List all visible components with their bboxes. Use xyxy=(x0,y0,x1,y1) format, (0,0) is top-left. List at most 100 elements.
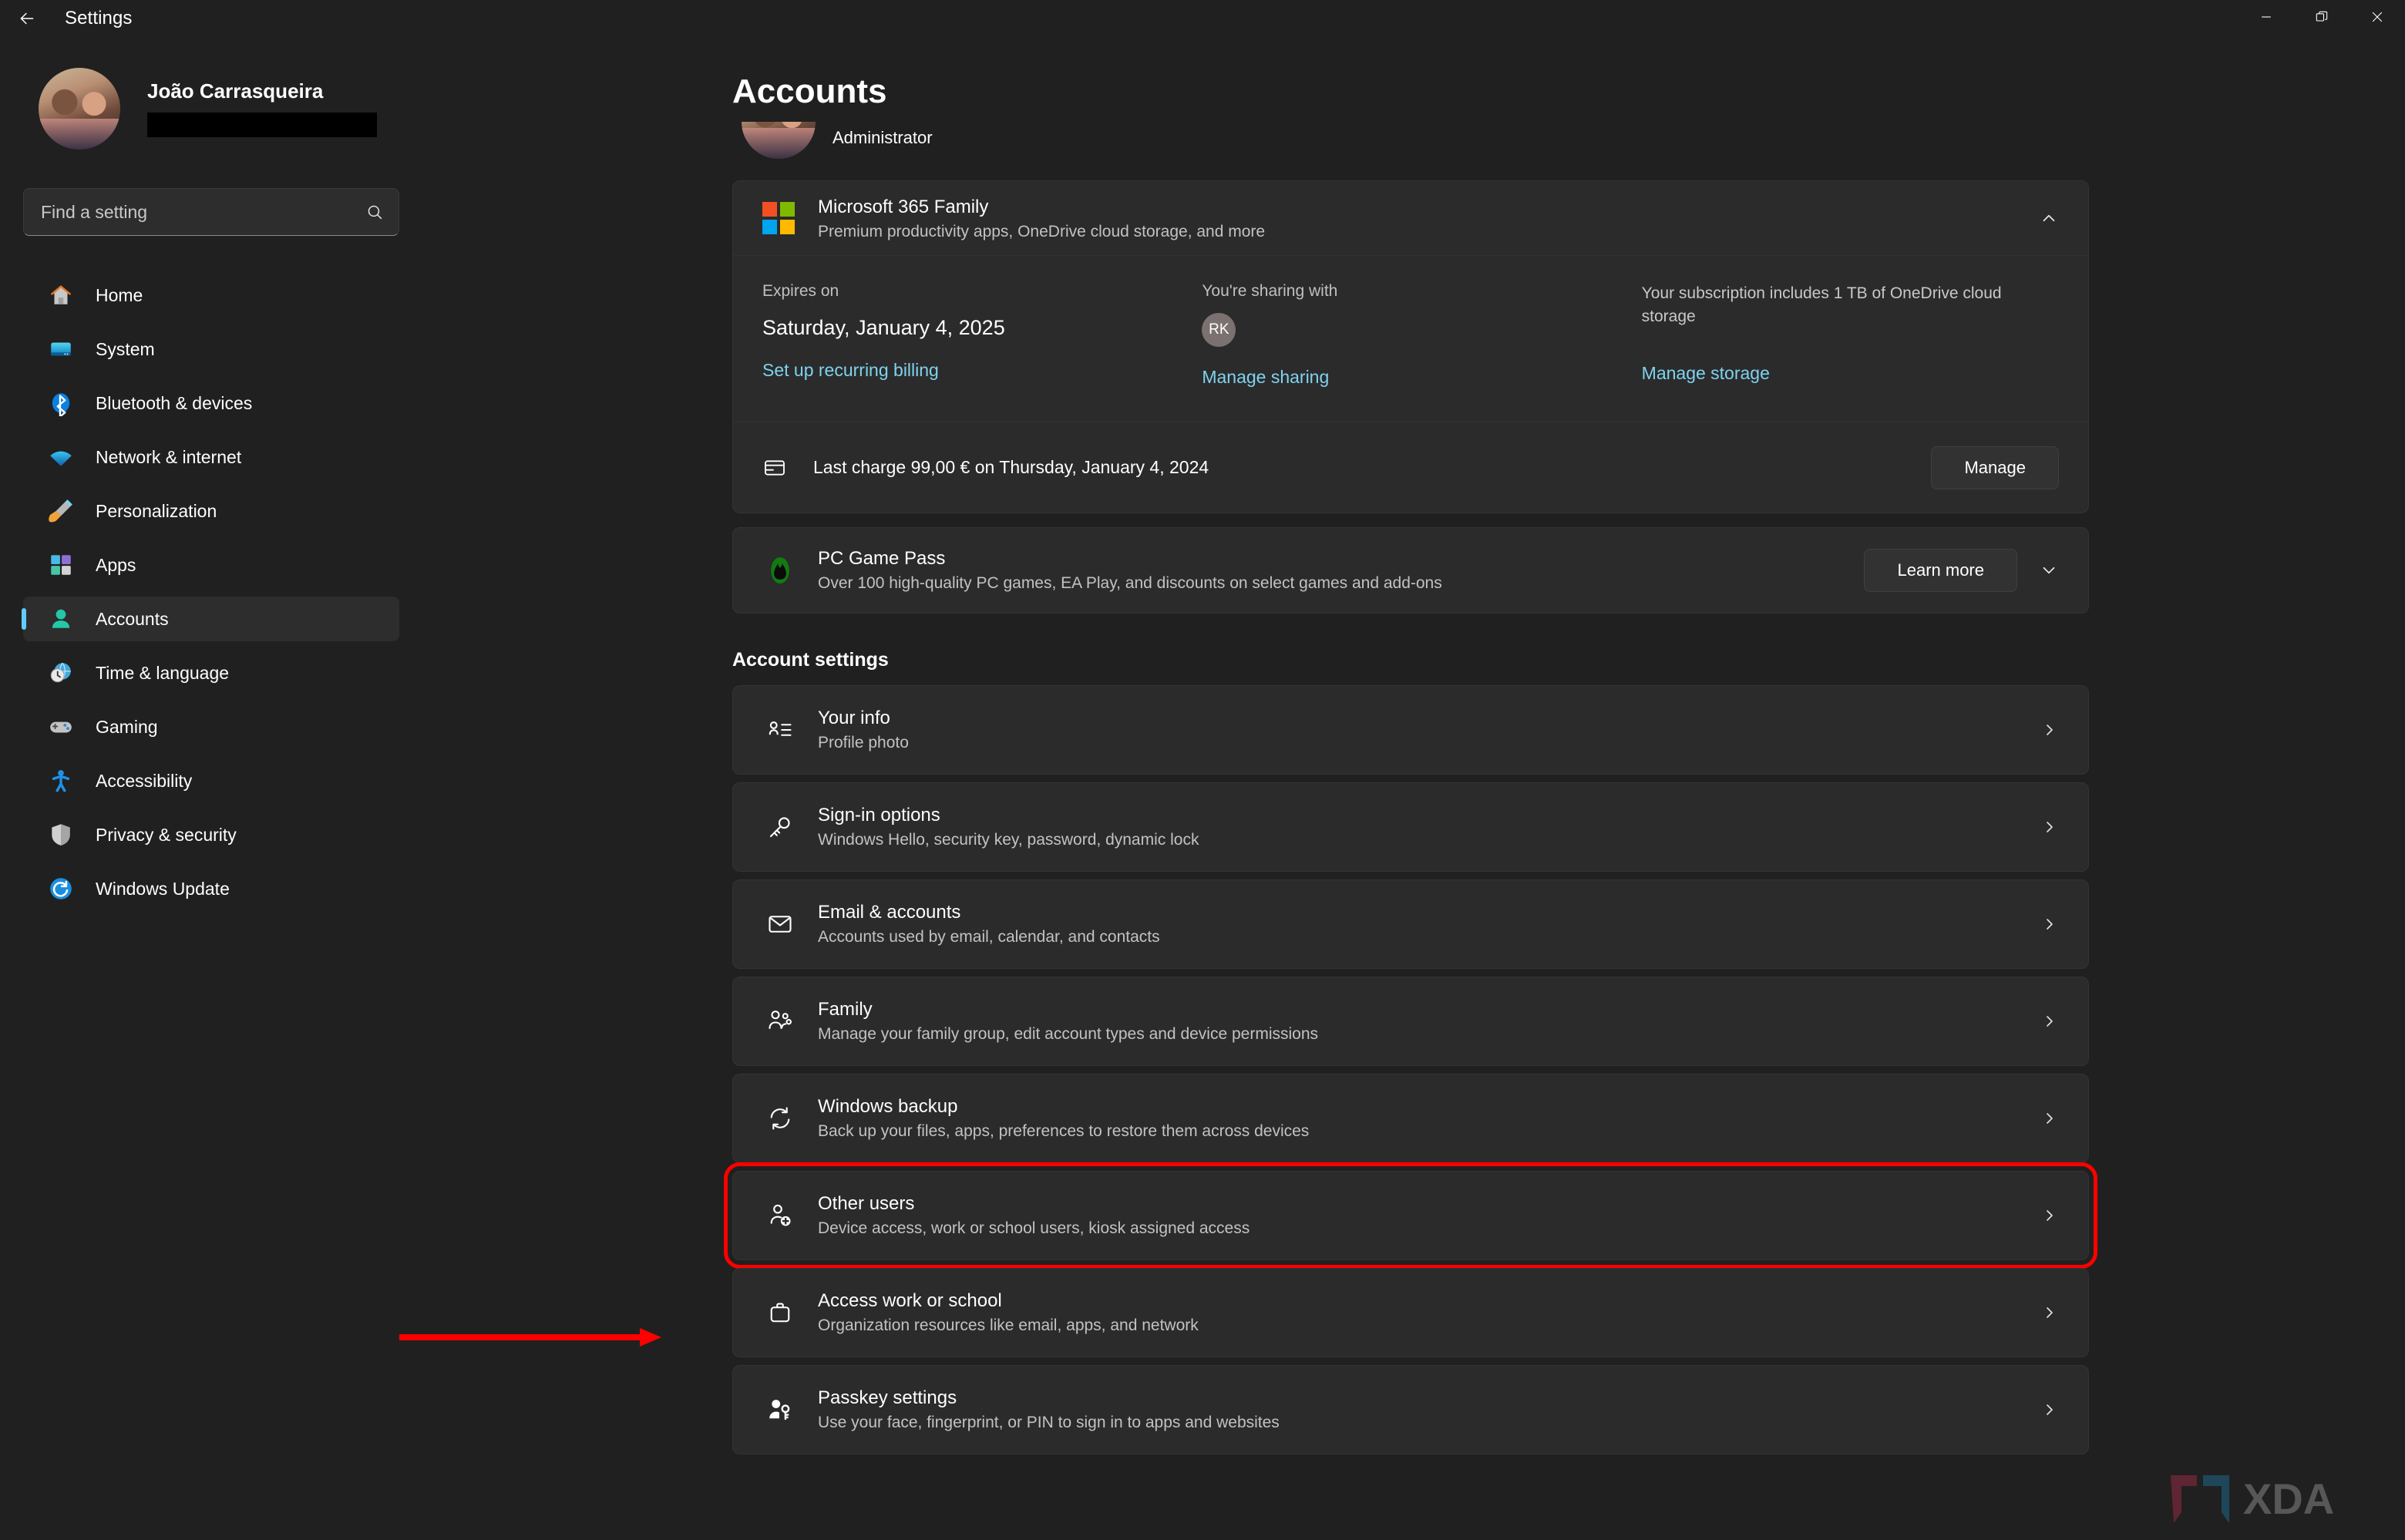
sidebar-item-network[interactable]: Network & internet xyxy=(23,435,399,479)
close-button[interactable] xyxy=(2350,0,2405,37)
chevron-right-icon xyxy=(2040,818,2059,836)
search-input[interactable] xyxy=(41,201,365,223)
minimize-button[interactable] xyxy=(2238,0,2294,37)
storage-note: Your subscription includes 1 TB of OneDr… xyxy=(1641,284,2002,326)
chevron-down-icon[interactable] xyxy=(2039,560,2059,580)
sidebar-item-label: Time & language xyxy=(96,662,230,683)
setting-subtitle: Profile photo xyxy=(818,734,909,752)
chevron-right-icon xyxy=(2040,721,2059,739)
manage-sharing-link[interactable]: Manage sharing xyxy=(1202,367,1329,388)
setting-row-windows-backup[interactable]: Windows backup Back up your files, apps,… xyxy=(732,1074,2089,1163)
microsoft365-card: Microsoft 365 Family Premium productivit… xyxy=(732,180,2089,513)
setting-title: Other users xyxy=(818,1193,915,1214)
profile-block[interactable]: João Carrasqueira xyxy=(39,68,377,150)
setting-row-your-info[interactable]: Your info Profile photo xyxy=(732,685,2089,775)
sidebar-item-label: Accounts xyxy=(96,608,169,629)
microsoft365-title: Microsoft 365 Family xyxy=(818,196,989,217)
learn-more-button[interactable]: Learn more xyxy=(1864,549,2017,592)
passkey-icon xyxy=(762,1396,798,1424)
sharing-column: You're sharing with RK Manage sharing xyxy=(1202,273,1641,388)
setting-row-other-users[interactable]: Other users Device access, work or schoo… xyxy=(724,1162,2097,1269)
sidebar-item-bluetooth[interactable]: Bluetooth & devices xyxy=(23,381,399,425)
setting-subtitle: Windows Hello, security key, password, d… xyxy=(818,831,1199,849)
back-button[interactable] xyxy=(0,0,54,37)
wifi-icon xyxy=(46,442,76,472)
search-container xyxy=(23,188,399,236)
chevron-right-icon xyxy=(2040,1303,2059,1322)
restore-icon xyxy=(2314,9,2329,29)
setting-subtitle: Organization resources like email, apps,… xyxy=(818,1316,1199,1334)
update-icon xyxy=(46,874,76,903)
search-icon[interactable] xyxy=(365,203,385,222)
sidebar-item-label: System xyxy=(96,338,155,359)
account-role: Administrator xyxy=(832,128,933,147)
setting-row-email-accounts[interactable]: Email & accounts Accounts used by email,… xyxy=(732,879,2089,969)
manage-storage-link[interactable]: Manage storage xyxy=(1642,363,1770,384)
setting-title: Your info xyxy=(818,708,890,728)
microsoft365-header[interactable]: Microsoft 365 Family Premium productivit… xyxy=(733,181,2088,255)
xda-watermark: XDA xyxy=(2171,1474,2334,1523)
sidebar-item-label: Network & internet xyxy=(96,446,242,467)
sidebar-item-time-language[interactable]: Time & language xyxy=(23,651,399,695)
sidebar-item-label: Windows Update xyxy=(96,878,230,899)
pc-game-pass-card[interactable]: PC Game Pass Over 100 high-quality PC ga… xyxy=(732,527,2089,614)
chevron-up-icon[interactable] xyxy=(2039,208,2059,228)
account-settings-heading: Account settings xyxy=(732,649,889,671)
briefcase-icon xyxy=(762,1299,798,1326)
setting-subtitle: Manage your family group, edit account t… xyxy=(818,1025,1319,1043)
minimize-icon xyxy=(2259,9,2274,29)
sidebar-item-apps[interactable]: Apps xyxy=(23,543,399,587)
sidebar-item-system[interactable]: System xyxy=(23,327,399,372)
microsoft365-details: Expires on Saturday, January 4, 2025 Set… xyxy=(733,255,2088,422)
setting-row-passkey-settings[interactable]: Passkey settings Use your face, fingerpr… xyxy=(732,1365,2089,1454)
sidebar-item-accounts[interactable]: Accounts xyxy=(22,597,399,641)
last-charge-row: Last charge 99,00 € on Thursday, January… xyxy=(733,422,2088,513)
user-info-icon xyxy=(762,716,798,744)
sidebar-item-label: Privacy & security xyxy=(96,824,237,845)
profile-name: João Carrasqueira xyxy=(147,79,324,103)
setting-row-sign-in-options[interactable]: Sign-in options Windows Hello, security … xyxy=(732,782,2089,872)
gamepad-icon xyxy=(46,712,76,741)
recurring-billing-link[interactable]: Set up recurring billing xyxy=(762,360,939,381)
brush-icon xyxy=(46,496,76,526)
sidebar-item-label: Gaming xyxy=(96,716,158,737)
app-title: Settings xyxy=(65,8,133,29)
clock-globe-icon xyxy=(46,658,76,688)
person-icon xyxy=(46,604,76,634)
maximize-button[interactable] xyxy=(2294,0,2350,37)
setting-title: Access work or school xyxy=(818,1290,1002,1311)
storage-column: Your subscription includes 1 TB of OneDr… xyxy=(1642,273,2059,388)
xbox-icon xyxy=(762,554,798,587)
page-title: Accounts xyxy=(732,72,887,110)
setting-title: Family xyxy=(818,999,873,1020)
chevron-right-icon xyxy=(2040,1400,2059,1419)
sidebar-item-windows-update[interactable]: Windows Update xyxy=(23,866,399,911)
sidebar-item-label: Apps xyxy=(96,554,136,575)
sidebar-item-accessibility[interactable]: Accessibility xyxy=(23,758,399,803)
setting-subtitle: Use your face, fingerprint, or PIN to si… xyxy=(818,1414,1280,1431)
setting-subtitle: Device access, work or school users, kio… xyxy=(818,1219,1250,1237)
chevron-right-icon xyxy=(2040,1109,2059,1128)
sidebar-item-privacy-security[interactable]: Privacy & security xyxy=(23,812,399,857)
setting-row-access-work-school[interactable]: Access work or school Organization resou… xyxy=(732,1268,2089,1357)
sidebar-item-gaming[interactable]: Gaming xyxy=(23,704,399,749)
apps-icon xyxy=(46,550,76,580)
sidebar-item-label: Personalization xyxy=(96,500,217,521)
shared-user-avatar[interactable]: RK xyxy=(1202,313,1236,347)
manage-subscription-button[interactable]: Manage xyxy=(1931,446,2059,489)
expiry-column: Expires on Saturday, January 4, 2025 Set… xyxy=(762,273,1202,388)
chevron-right-icon xyxy=(2040,1206,2059,1225)
account-avatar xyxy=(742,122,816,159)
sidebar-item-home[interactable]: Home xyxy=(23,273,399,318)
search-box[interactable] xyxy=(23,188,399,236)
setting-title: Passkey settings xyxy=(818,1387,957,1408)
sidebar-item-personalization[interactable]: Personalization xyxy=(23,489,399,533)
setting-row-family[interactable]: Family Manage your family group, edit ac… xyxy=(732,977,2089,1066)
credit-card-icon xyxy=(762,456,792,480)
chevron-right-icon xyxy=(2040,1012,2059,1031)
accessibility-icon xyxy=(46,766,76,795)
game-pass-title: PC Game Pass xyxy=(818,548,946,569)
profile-email-redacted xyxy=(147,112,377,137)
bluetooth-icon xyxy=(46,388,76,418)
setting-subtitle: Accounts used by email, calendar, and co… xyxy=(818,928,1160,946)
